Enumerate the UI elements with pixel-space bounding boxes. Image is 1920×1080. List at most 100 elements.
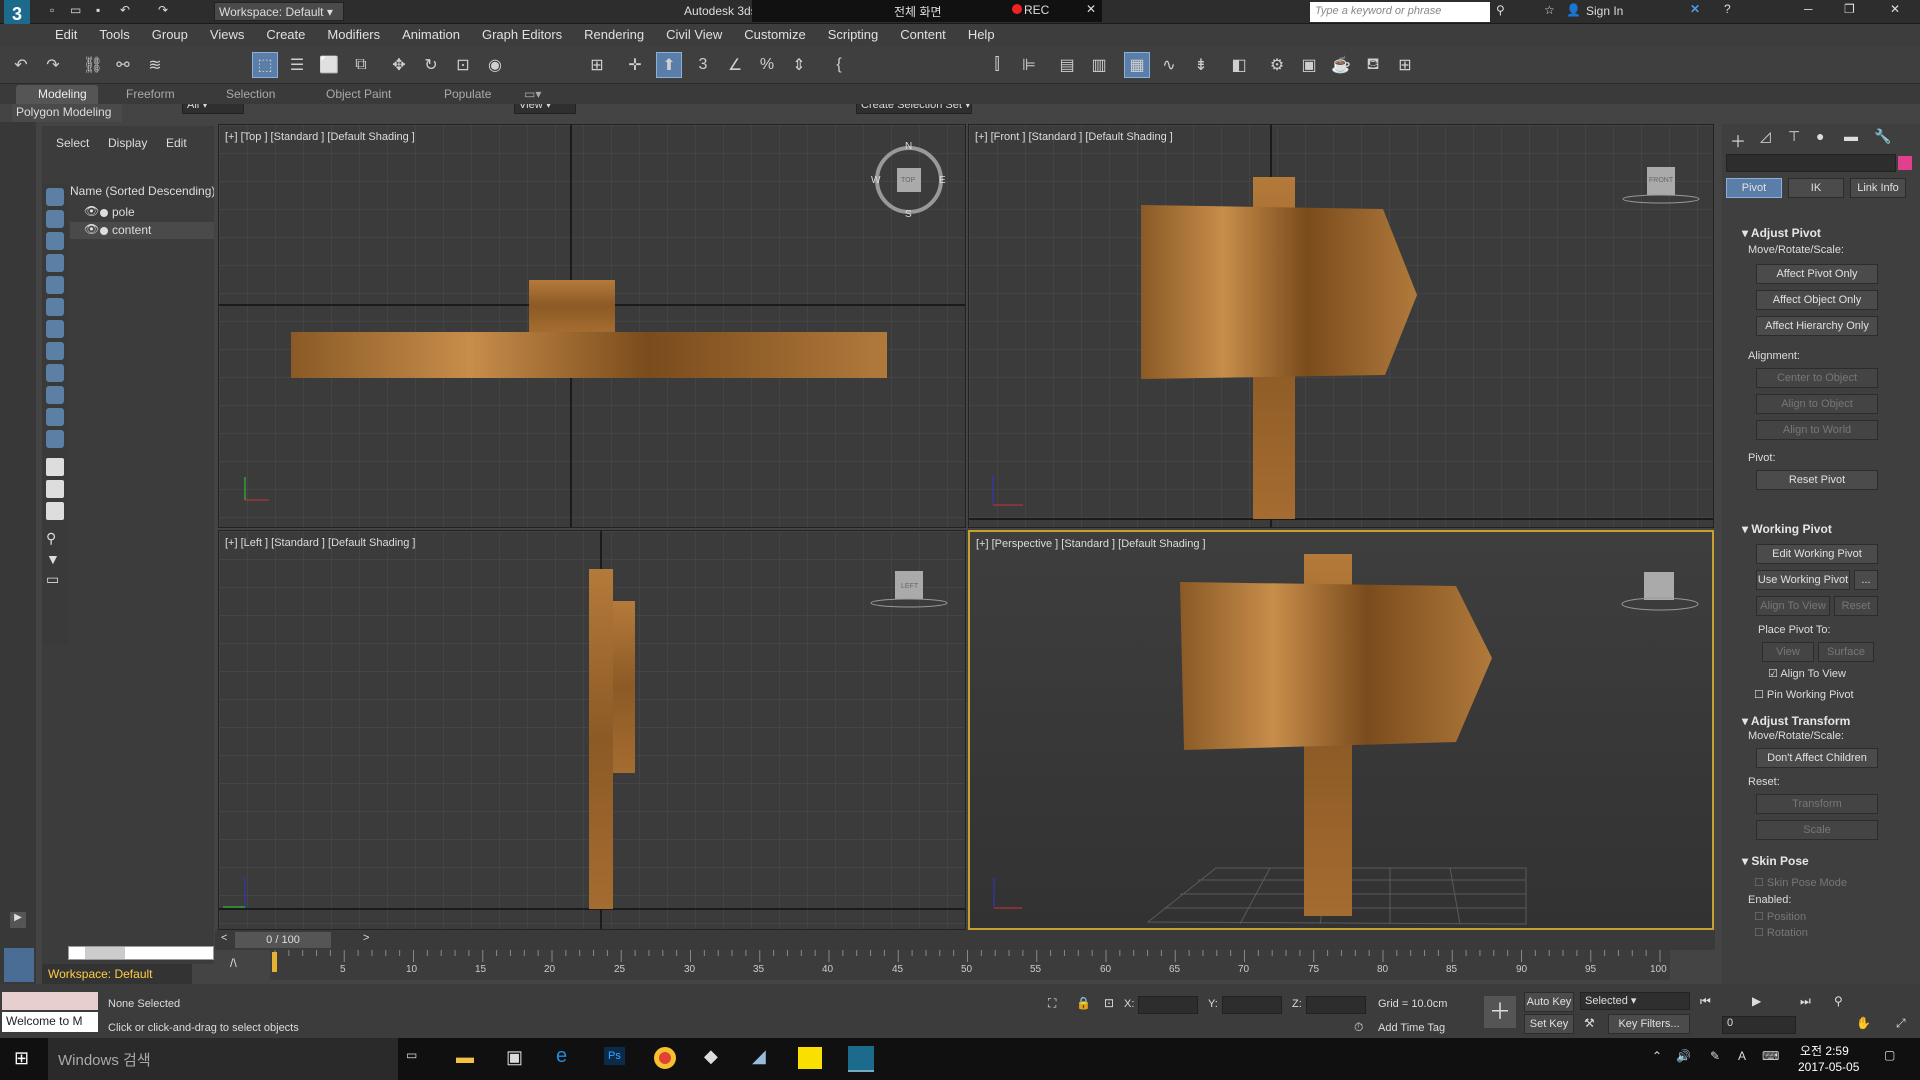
explorer-tab-edit[interactable]: Edit [166, 136, 187, 150]
undo-icon[interactable]: ↶ [8, 52, 34, 78]
viewport-label[interactable]: [+] [Perspective ] [Standard ] [Default … [976, 538, 1206, 550]
place-icon[interactable]: ◉ [482, 52, 508, 78]
menu-tools[interactable]: Tools [88, 24, 140, 45]
pole-left-view[interactable] [589, 569, 613, 909]
viewport-left[interactable]: [+] [Left ] [Standard ] [Default Shading… [218, 530, 966, 930]
working-pivot-options-button[interactable]: ... [1854, 570, 1878, 590]
maxscript-listener-pink[interactable] [2, 992, 98, 1010]
maxscript-mini-listener[interactable]: Welcome to M [2, 1012, 98, 1032]
display-bones-icon[interactable] [46, 364, 64, 382]
display-none-icon[interactable] [46, 480, 64, 498]
select-manipulate-icon[interactable]: ✛ [622, 52, 648, 78]
menu-edit[interactable]: Edit [44, 24, 88, 45]
menu-civil-view[interactable]: Civil View [655, 24, 733, 45]
photoshop-icon[interactable]: Ps [604, 1047, 625, 1065]
favorites-star-icon[interactable]: ☆ [1544, 3, 1555, 17]
viewport-label[interactable]: [+] [Left ] [Standard ] [Default Shading… [225, 537, 415, 549]
place-pivot-surface-button[interactable]: Surface [1818, 642, 1874, 662]
ribbon-options-icon[interactable]: ▭▾ [524, 87, 541, 101]
prev-frame-icon[interactable]: < [221, 932, 227, 944]
menu-customize[interactable]: Customize [733, 24, 816, 45]
menu-content[interactable]: Content [889, 24, 957, 45]
redo-small-icon[interactable]: ↷ [158, 3, 168, 17]
explorer-workspace-label[interactable]: Workspace: Default [42, 964, 192, 984]
spinner-snap-icon[interactable]: ⇕ [786, 52, 812, 78]
exchange-icon[interactable]: ✕ [1690, 2, 1700, 16]
link-icon[interactable]: ⛓ [80, 52, 106, 78]
dope-sheet-icon[interactable]: ⇟ [1188, 52, 1214, 78]
menu-animation[interactable]: Animation [391, 24, 471, 45]
reset-working-pivot-button[interactable]: Reset [1834, 596, 1878, 616]
display-containers-icon[interactable] [46, 386, 64, 404]
affect-hierarchy-only-button[interactable]: Affect Hierarchy Only [1756, 316, 1878, 336]
user-icon[interactable]: 👤 [1566, 3, 1581, 17]
ribbon-tab-populate[interactable]: Populate [444, 87, 491, 101]
maximize-viewport-icon[interactable]: ⤢ [1896, 1016, 1906, 1031]
filter-icon[interactable]: ▼ [46, 551, 64, 567]
windows-start-icon[interactable]: ⊞ [14, 1048, 29, 1069]
edit-working-pivot-button[interactable]: Edit Working Pivot [1756, 544, 1878, 564]
viewport-label[interactable]: [+] [Front ] [Standard ] [Default Shadin… [975, 131, 1173, 143]
display-invert-icon[interactable] [46, 502, 64, 520]
create-panel-icon[interactable]: ＋ [1730, 128, 1746, 152]
select-by-name-icon[interactable]: ☰ [284, 52, 310, 78]
render-a360-icon[interactable]: ⊞ [1392, 52, 1418, 78]
rect-selection-icon[interactable]: ⬜ [316, 52, 342, 78]
utilities-panel-icon[interactable]: 🔧 [1874, 128, 1891, 145]
3dsmax-taskbar-icon[interactable] [848, 1046, 874, 1072]
rotate-icon[interactable]: ↻ [418, 52, 444, 78]
render-iterative-icon[interactable]: ⛾ [1360, 52, 1386, 78]
window-crossing-icon[interactable]: ⧉ [348, 52, 374, 78]
track-bar[interactable]: 5 10 15 20 25 30 35 40 45 50 55 60 65 70… [270, 950, 1670, 980]
close-icon[interactable]: ✕ [1890, 2, 1900, 16]
reset-scale-button[interactable]: Scale [1756, 820, 1878, 840]
explorer-tab-display[interactable]: Display [108, 136, 147, 150]
skin-pose-mode-checkbox[interactable]: ☐ Skin Pose Mode [1754, 876, 1847, 889]
reset-transform-button[interactable]: Transform [1756, 794, 1878, 814]
display-helpers-icon[interactable] [46, 276, 64, 294]
menu-create[interactable]: Create [255, 24, 316, 45]
scene-explorer-toggle-icon[interactable]: ▤ [1054, 52, 1080, 78]
angle-snap-icon[interactable]: ∠ [722, 52, 748, 78]
dont-affect-children-button[interactable]: Don't Affect Children [1756, 748, 1878, 768]
volume-icon[interactable]: 🔊 [1676, 1049, 1691, 1063]
viewport-label[interactable]: [+] [Top ] [Standard ] [Default Shading … [225, 131, 415, 143]
menu-modifiers[interactable]: Modifiers [316, 24, 391, 45]
edit-named-sets-icon[interactable]: { [826, 52, 852, 78]
align-to-object-button[interactable]: Align to Object [1756, 394, 1878, 414]
rollout-adjust-transform[interactable]: ▾ Adjust Transform [1722, 710, 1850, 732]
isolate-selection-icon[interactable]: ⛶ [1048, 996, 1056, 1011]
display-frozen-icon[interactable] [46, 408, 64, 426]
select-object-icon[interactable]: ⬚ [252, 52, 278, 78]
search-field[interactable]: Type a keyword or phrase [1310, 2, 1490, 22]
new-file-icon[interactable]: ▫ [50, 3, 54, 17]
help-icon[interactable]: ? [1724, 2, 1731, 16]
display-spacewarps-icon[interactable] [46, 298, 64, 316]
bind-space-warp-icon[interactable]: ≋ [142, 52, 168, 78]
explorer-row-pole[interactable]: 👁 pole [70, 204, 214, 221]
curve-editor-icon[interactable]: ∿ [1156, 52, 1182, 78]
menu-help[interactable]: Help [957, 24, 1006, 45]
absolute-mode-icon[interactable]: ⊡ [1104, 996, 1114, 1010]
save-icon[interactable]: ▪ [96, 3, 100, 17]
object-color-swatch[interactable] [1898, 156, 1912, 170]
align-icon[interactable]: ⊫ [1016, 52, 1042, 78]
use-working-pivot-button[interactable]: Use Working Pivot [1756, 570, 1850, 590]
key-filter-icon[interactable]: ⚒ [1584, 1016, 1595, 1030]
action-center-icon[interactable]: ▢ [1884, 1048, 1895, 1062]
align-to-world-button[interactable]: Align to World [1756, 420, 1878, 440]
display-groups-icon[interactable] [46, 320, 64, 338]
visibility-eye-icon[interactable]: 👁 [84, 204, 99, 218]
taskbar-search[interactable]: Windows 검색 [48, 1038, 398, 1080]
time-slider-thumb[interactable]: 0 / 100 [235, 932, 331, 948]
explorer-hscrollbar[interactable] [68, 946, 214, 960]
menu-graph-editors[interactable]: Graph Editors [471, 24, 573, 45]
maximize-icon[interactable]: ❐ [1844, 2, 1855, 16]
viewport-layout-icon[interactable] [4, 948, 34, 982]
pin-working-pivot-checkbox[interactable]: ☐ Pin Working Pivot [1754, 688, 1854, 701]
viewport-perspective[interactable]: [+] [Perspective ] [Standard ] [Default … [968, 530, 1714, 930]
rec-label[interactable]: REC [1024, 3, 1049, 17]
notes-icon[interactable]: ◢ [752, 1046, 766, 1067]
visibility-eye-icon[interactable]: 👁 [84, 222, 99, 236]
go-to-start-icon[interactable]: ⏮ [1700, 994, 1711, 1009]
